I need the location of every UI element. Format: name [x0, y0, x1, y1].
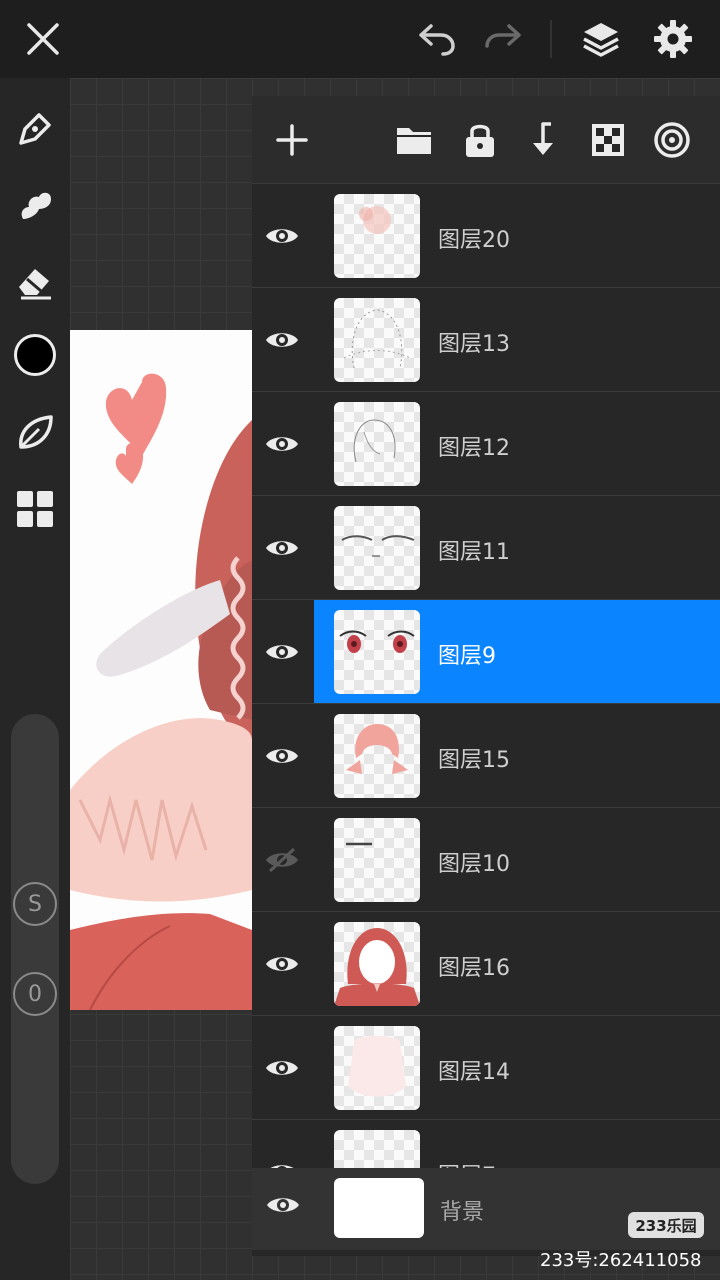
layer-body[interactable]: 图层13 — [314, 288, 720, 391]
eye-icon[interactable] — [262, 528, 302, 568]
layer-thumbnail — [334, 506, 420, 590]
eye-icon[interactable] — [262, 944, 302, 984]
layer-row[interactable]: 图层12 — [252, 392, 720, 496]
lock-icon[interactable] — [456, 116, 504, 164]
layer-thumbnail — [334, 298, 420, 382]
layer-row[interactable]: 图层14 — [252, 1016, 720, 1120]
layer-body[interactable]: 图层14 — [314, 1016, 720, 1119]
layer-body[interactable]: 图层16 — [314, 912, 720, 1015]
size-button[interactable]: S — [13, 882, 57, 926]
layer-row[interactable]: 图层16 — [252, 912, 720, 1016]
eye-icon[interactable] — [262, 320, 302, 360]
smudge-icon[interactable] — [10, 180, 60, 230]
eye-icon[interactable] — [262, 424, 302, 464]
layer-thumbnail — [334, 714, 420, 798]
watermark-logo: 233乐园 — [628, 1212, 704, 1238]
eye-hidden-icon[interactable] — [262, 840, 302, 880]
eye-icon[interactable] — [266, 1194, 300, 1216]
layer-name: 图层14 — [438, 1060, 510, 1085]
grid-icon[interactable] — [10, 484, 60, 534]
color-swatch[interactable] — [10, 330, 60, 380]
layer-body[interactable]: 图层20 — [314, 184, 720, 287]
top-bar — [0, 0, 720, 78]
layer-thumbnail — [334, 610, 420, 694]
layer-panel-header — [252, 96, 720, 184]
layer-thumbnail — [334, 818, 420, 902]
brush-icon[interactable] — [10, 104, 60, 154]
folder-icon[interactable] — [390, 116, 438, 164]
artwork-illustration — [70, 373, 252, 1010]
layer-name: 图层15 — [438, 748, 510, 773]
background-thumbnail — [334, 1178, 424, 1238]
eye-icon[interactable] — [262, 632, 302, 672]
layer-name: 图层13 — [438, 332, 510, 357]
target-icon[interactable] — [648, 116, 696, 164]
layer-body[interactable]: 图层11 — [314, 496, 720, 599]
layer-row[interactable]: 图层10 — [252, 808, 720, 912]
layer-thumbnail — [334, 402, 420, 486]
eye-icon[interactable] — [262, 1048, 302, 1088]
layer-panel: 图层20 图层13 图层12 图层11 图层9 图层15 图层10 图层16 图… — [252, 96, 720, 1256]
layer-thumbnail — [334, 922, 420, 1006]
watermark-id: 233号:262411058 — [540, 1250, 702, 1271]
toolbar-divider — [550, 20, 552, 58]
layer-row[interactable]: 图层11 — [252, 496, 720, 600]
add-icon[interactable] — [268, 116, 316, 164]
eraser-icon[interactable] — [10, 256, 60, 306]
gear-icon[interactable] — [648, 14, 698, 64]
artwork-canvas[interactable] — [70, 330, 252, 1010]
layer-name: 图层11 — [438, 540, 510, 565]
leaf-icon[interactable] — [10, 408, 60, 458]
layer-body[interactable]: 图层10 — [314, 808, 720, 911]
current-color-circle — [14, 334, 56, 376]
layer-thumbnail — [334, 1026, 420, 1110]
layer-name: 图层16 — [438, 956, 510, 981]
opacity-button[interactable]: 0 — [13, 972, 57, 1016]
layers-icon[interactable] — [576, 14, 626, 64]
redo-icon[interactable] — [478, 14, 528, 64]
eye-icon[interactable] — [262, 736, 302, 776]
layer-thumbnail — [334, 194, 420, 278]
merge-down-icon[interactable] — [520, 116, 568, 164]
layer-body[interactable]: 图层12 — [314, 392, 720, 495]
layer-name: 图层20 — [438, 228, 510, 253]
undo-icon[interactable] — [412, 14, 462, 64]
layer-name: 图层10 — [438, 852, 510, 877]
layer-row[interactable]: 图层20 — [252, 184, 720, 288]
layer-name: 图层12 — [438, 436, 510, 461]
layer-row[interactable]: 图层15 — [252, 704, 720, 808]
close-icon[interactable] — [18, 14, 68, 64]
layer-row-selected[interactable]: 图层9 — [252, 600, 720, 704]
layer-body[interactable]: 图层15 — [314, 704, 720, 807]
layer-body[interactable]: 图层9 — [314, 600, 720, 703]
layer-name: 图层9 — [438, 644, 496, 669]
eye-icon[interactable] — [262, 216, 302, 256]
checker-icon[interactable] — [584, 116, 632, 164]
layer-row[interactable]: 图层13 — [252, 288, 720, 392]
background-layer-name: 背景 — [440, 1200, 485, 1225]
brush-slider-track[interactable] — [11, 714, 59, 1184]
